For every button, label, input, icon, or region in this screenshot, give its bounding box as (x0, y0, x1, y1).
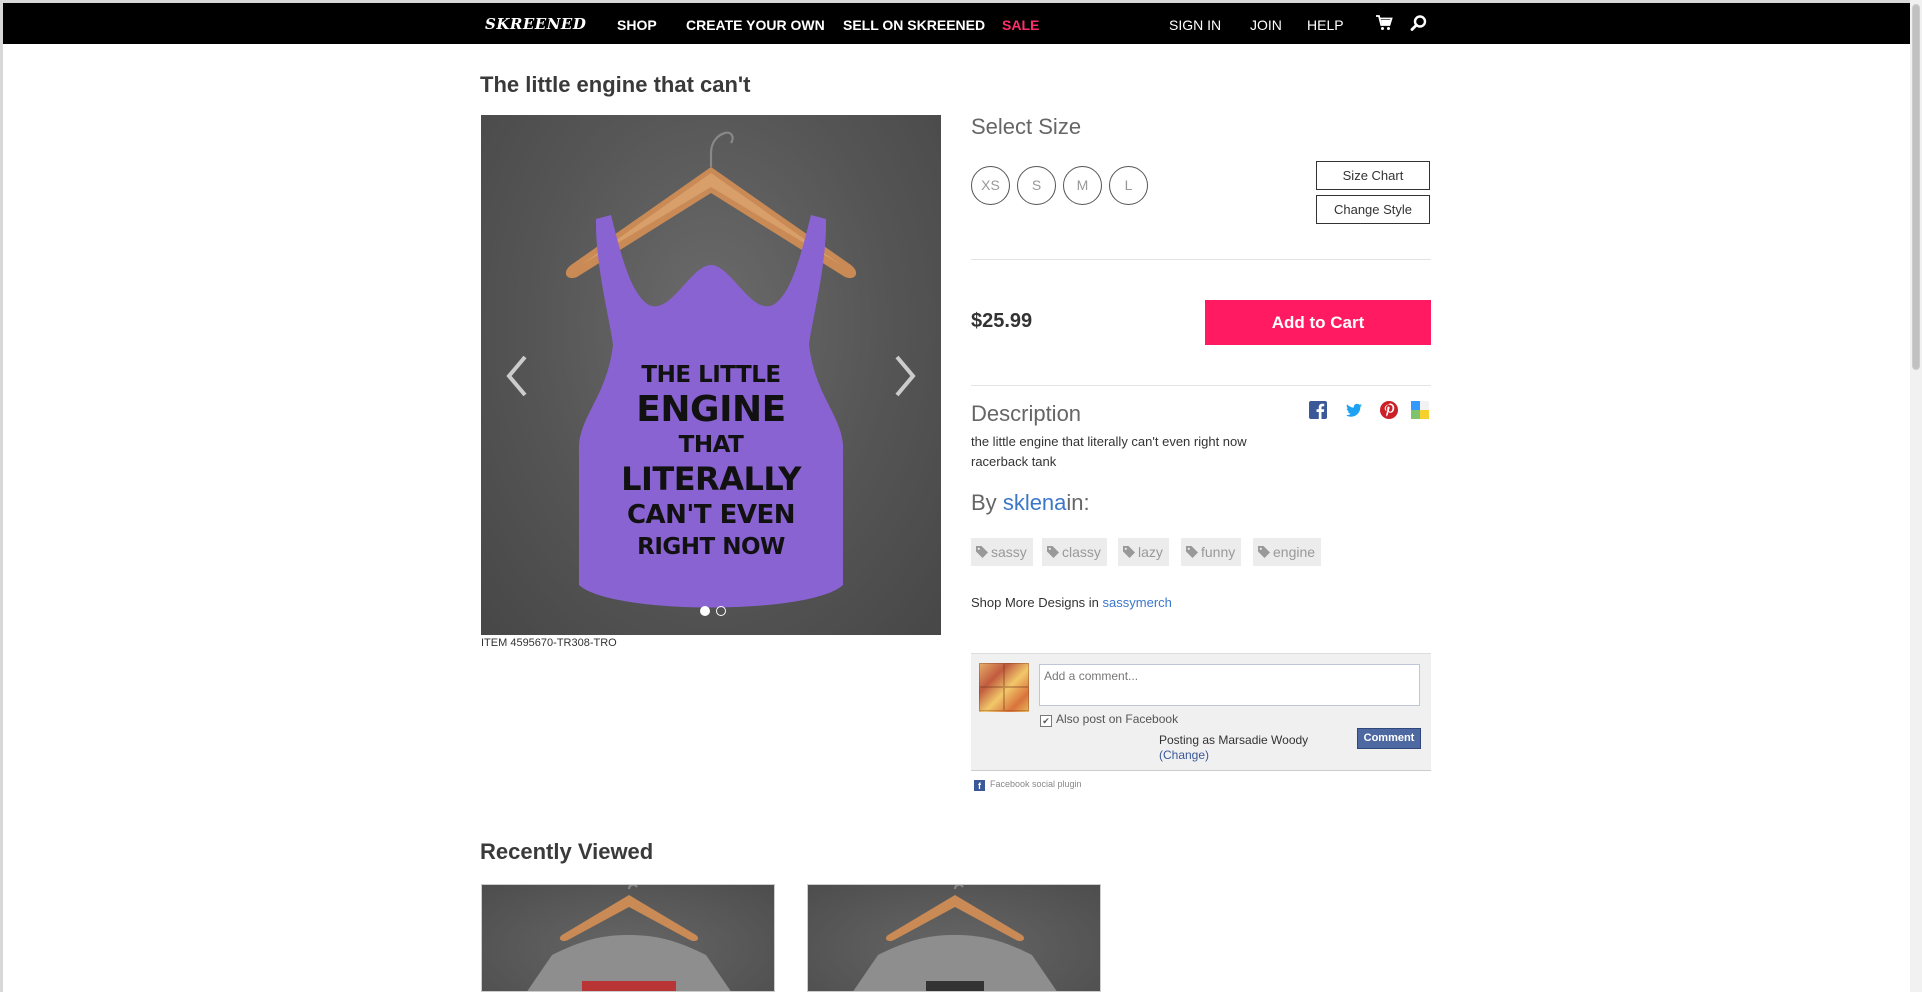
add-to-cart-button[interactable]: Add to Cart (1205, 300, 1431, 345)
twitter-icon[interactable] (1345, 401, 1363, 419)
product-image-carousel[interactable]: THE LITTLE ENGINE THAT LITERALLY CAN'T E… (481, 115, 941, 635)
divider (971, 259, 1431, 260)
tag-classy[interactable]: classy (1042, 538, 1107, 566)
nav-shop[interactable]: SHOP (617, 17, 657, 33)
facebook-small-icon: f (974, 780, 985, 791)
posting-as-text: Posting as Marsadie Woody (1159, 733, 1309, 747)
shop-more-label: Shop More Designs in (971, 595, 1099, 610)
carousel-dot[interactable] (700, 606, 710, 616)
tag-icon (1123, 539, 1135, 558)
tag-icon (976, 539, 988, 558)
facebook-plugin-link[interactable]: f Facebook social plugin (974, 779, 1082, 791)
recent-item-thumbnail[interactable] (481, 884, 775, 992)
size-l-button[interactable]: L (1109, 166, 1148, 205)
author-link[interactable]: sklena (1003, 490, 1067, 515)
tag-label: sassy (991, 544, 1027, 560)
nav-help[interactable]: HELP (1307, 17, 1344, 33)
next-arrow-icon[interactable] (885, 345, 925, 405)
tag-label: classy (1062, 544, 1101, 560)
author-line: By sklenain: (971, 490, 1090, 516)
tag-lazy[interactable]: lazy (1118, 538, 1169, 566)
nav-join[interactable]: JOIN (1250, 17, 1282, 33)
shop-more-designs: Shop More Designs in sassymerch (971, 595, 1172, 610)
product-price: $25.99 (971, 310, 1033, 332)
recently-viewed-heading: Recently Viewed (480, 839, 654, 864)
size-s-button[interactable]: S (1017, 166, 1056, 205)
pinterest-icon[interactable] (1380, 401, 1398, 419)
tag-funny[interactable]: funny (1181, 538, 1242, 566)
in-label: in: (1066, 490, 1090, 515)
select-size-heading: Select Size (971, 114, 1082, 139)
scrollbar[interactable] (1910, 0, 1922, 992)
tag-icon (1186, 539, 1198, 558)
checkbox-check-icon: ✔ (1040, 715, 1052, 727)
also-post-label: Also post on Facebook (1056, 712, 1179, 726)
nav-sign-in[interactable]: SIGN IN (1169, 17, 1221, 33)
item-id: ITEM 4595670-TR308-TRO (481, 637, 617, 649)
recent-item-thumbnail[interactable] (807, 884, 1101, 992)
carousel-dot[interactable] (716, 606, 726, 616)
by-label: By (971, 490, 997, 515)
size-chart-button[interactable]: Size Chart (1316, 161, 1430, 190)
tag-label: funny (1201, 544, 1236, 560)
description-text: the little engine that literally can't e… (971, 434, 1247, 469)
change-style-button[interactable]: Change Style (1316, 195, 1430, 224)
comment-input[interactable]: Add a comment... (1039, 664, 1420, 706)
divider (971, 385, 1431, 386)
tag-icon (1047, 539, 1059, 558)
store-link[interactable]: sassymerch (1103, 595, 1172, 610)
browser-frame (0, 0, 1910, 992)
site-logo[interactable]: SKREENED (485, 15, 586, 33)
comment-button[interactable]: Comment (1357, 728, 1421, 749)
delicious-icon[interactable] (1411, 401, 1429, 419)
change-link[interactable]: (Change) (1159, 748, 1308, 763)
carousel-dots (697, 603, 729, 621)
facebook-icon[interactable] (1309, 401, 1327, 419)
plugin-label: Facebook social plugin (990, 779, 1082, 789)
prev-arrow-icon[interactable] (497, 345, 537, 405)
search-icon[interactable] (1410, 14, 1428, 32)
facebook-comment-box: Add a comment... ✔ Also post on Facebook … (971, 653, 1431, 771)
tag-label: engine (1273, 544, 1316, 560)
tag-sassy[interactable]: sassy (971, 538, 1033, 566)
description-heading: Description (971, 401, 1082, 426)
top-nav: SKREENED SHOP CREATE YOUR OWN SELL ON SK… (3, 3, 1910, 44)
tag-engine[interactable]: engine (1253, 538, 1322, 566)
posting-as: Posting as Marsadie Woody (Change) (1159, 733, 1308, 763)
size-xs-button[interactable]: XS (971, 166, 1010, 205)
product-title: The little engine that can't (480, 72, 751, 97)
avatar (979, 663, 1029, 712)
cart-icon[interactable] (1375, 14, 1393, 32)
shirt-print: THE LITTLE ENGINE THAT LITERALLY CAN'T E… (621, 362, 801, 560)
nav-create-your-own[interactable]: CREATE YOUR OWN (686, 17, 825, 33)
tag-label: lazy (1138, 544, 1163, 560)
nav-sale[interactable]: SALE (1002, 17, 1039, 33)
tag-icon (1258, 539, 1270, 558)
also-post-checkbox[interactable]: ✔ Also post on Facebook (1040, 712, 1178, 727)
size-m-button[interactable]: M (1063, 166, 1102, 205)
nav-sell-on-skreened[interactable]: SELL ON SKREENED (843, 17, 985, 33)
scrollbar-thumb[interactable] (1912, 4, 1920, 370)
